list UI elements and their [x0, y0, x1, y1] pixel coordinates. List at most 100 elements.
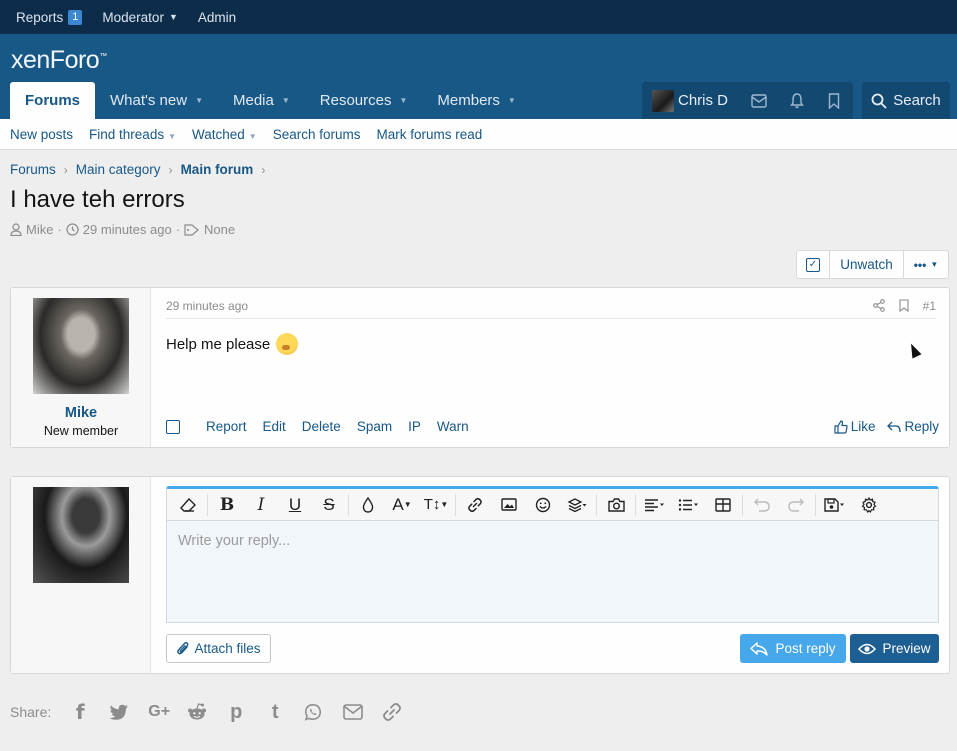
post-time[interactable]: 29 minutes ago [166, 299, 248, 313]
post-username[interactable]: Mike [11, 405, 151, 421]
thread-actions: ✓ Unwatch ••• ▼ [796, 250, 949, 279]
thread-age[interactable]: 29 minutes ago [83, 222, 172, 237]
select-thread-checkbox[interactable]: ✓ [797, 251, 830, 278]
tab-label: Forums [25, 92, 81, 109]
subnav-mark-forums-read[interactable]: Mark forums read [377, 127, 483, 142]
warn-link[interactable]: Warn [437, 419, 469, 434]
redo-icon[interactable] [779, 490, 813, 520]
tab-forums[interactable]: Forums [10, 82, 96, 119]
preview-button[interactable]: Preview [850, 634, 939, 663]
breadcrumb-main-forum[interactable]: Main forum [181, 162, 254, 177]
subnav-search-forums[interactable]: Search forums [273, 127, 361, 142]
pinterest-icon[interactable]: p [226, 701, 246, 724]
avatar[interactable] [33, 298, 129, 394]
italic-icon[interactable]: I [244, 490, 278, 520]
reports-link[interactable]: Reports 1 [16, 9, 83, 25]
post-reply-button[interactable]: Post reply [740, 634, 846, 663]
breadcrumb-forums[interactable]: Forums [10, 162, 56, 177]
moderator-menu[interactable]: Moderator ▼ [102, 10, 177, 25]
italic-glyph: I [257, 494, 265, 515]
account-name: Chris D [678, 92, 729, 109]
chevron-down-icon[interactable]: ▼ [508, 96, 516, 105]
tab-label: Media [233, 92, 274, 109]
undo-icon[interactable] [745, 490, 779, 520]
subnav-new-posts[interactable]: New posts [10, 127, 73, 142]
underline-icon[interactable]: U [278, 490, 312, 520]
attach-files-button[interactable]: Attach files [166, 634, 271, 663]
facebook-icon[interactable]: f [70, 700, 90, 724]
breadcrumb-main-category[interactable]: Main category [76, 162, 161, 177]
tab-whats-new[interactable]: What's new ▼ [95, 82, 218, 119]
reply-label: Reply [904, 419, 939, 434]
table-icon[interactable] [706, 490, 740, 520]
text-color-icon[interactable] [351, 490, 385, 520]
bell-icon[interactable] [778, 92, 815, 109]
tab-label: Resources [319, 92, 392, 109]
tab-members[interactable]: Members ▼ [422, 82, 530, 119]
chevron-down-icon[interactable]: ▼ [282, 96, 290, 105]
breadcrumb: Forums › Main category › Main forum › [10, 162, 265, 177]
twitter-icon[interactable] [109, 704, 129, 721]
user-zone: Chris D [642, 82, 853, 119]
reply-textarea[interactable]: Write your reply... [167, 521, 938, 622]
account-menu[interactable]: Chris D [642, 89, 741, 112]
list-icon[interactable] [672, 490, 706, 520]
strikethrough-icon[interactable]: S [312, 490, 346, 520]
admin-link[interactable]: Admin [198, 10, 236, 25]
post-reply-label: Post reply [775, 641, 836, 656]
moderator-label: Moderator [102, 9, 164, 25]
thread-author[interactable]: Mike [26, 222, 53, 237]
select-post-checkbox[interactable] [166, 419, 180, 434]
settings-gear-icon[interactable] [852, 490, 886, 520]
camera-icon[interactable] [599, 490, 633, 520]
like-button[interactable]: Like [834, 419, 875, 434]
clear-formatting-icon[interactable] [171, 490, 205, 520]
subnav-find-threads[interactable]: Find threads ▼ [89, 127, 176, 142]
site-logo[interactable]: xenForo™ [11, 46, 107, 75]
align-icon[interactable] [638, 490, 672, 520]
tab-media[interactable]: Media ▼ [218, 82, 305, 119]
spam-link[interactable]: Spam [357, 419, 392, 434]
avatar[interactable] [33, 487, 129, 583]
bookmark-icon[interactable] [816, 92, 853, 109]
unwatch-button[interactable]: Unwatch [830, 251, 904, 278]
font-size-icon[interactable]: T↕ ▼ [419, 490, 453, 520]
whatsapp-icon[interactable] [304, 703, 324, 721]
report-link[interactable]: Report [206, 419, 247, 434]
google-plus-icon[interactable]: G+ [148, 703, 170, 721]
subnav-watched[interactable]: Watched ▼ [192, 127, 257, 142]
insert-menu-icon[interactable] [560, 490, 594, 520]
chevron-down-icon[interactable]: ▼ [399, 96, 407, 105]
tumblr-icon[interactable]: t [265, 701, 285, 724]
subnav-label: Watched [192, 126, 245, 142]
search-button[interactable]: Search [862, 82, 950, 119]
bold-icon[interactable]: B [210, 490, 244, 520]
link-icon[interactable] [382, 702, 402, 722]
reddit-icon[interactable] [187, 703, 207, 721]
font-family-icon[interactable]: A ▼ [385, 490, 419, 520]
paperclip-icon [177, 641, 189, 655]
delete-link[interactable]: Delete [302, 419, 341, 434]
chevron-down-icon[interactable]: ▼ [195, 96, 203, 105]
chevron-down-icon: ▼ [248, 131, 257, 141]
share-label: Share: [10, 704, 52, 720]
drafts-icon[interactable] [818, 490, 852, 520]
smilie-icon[interactable] [526, 490, 560, 520]
tab-resources[interactable]: Resources ▼ [305, 82, 423, 119]
post-number[interactable]: #1 [923, 299, 936, 313]
font-glyph: A [392, 494, 404, 514]
image-icon[interactable] [492, 490, 526, 520]
conversations-icon[interactable] [741, 93, 778, 108]
post-user-cell: Mike New member [11, 288, 151, 447]
edit-link[interactable]: Edit [263, 419, 286, 434]
ip-link[interactable]: IP [408, 419, 421, 434]
share-bar: Share: f G+ p t [10, 700, 402, 724]
link-icon[interactable] [458, 490, 492, 520]
bookmark-icon[interactable] [899, 299, 909, 312]
email-icon[interactable] [343, 704, 364, 720]
more-options-button[interactable]: ••• ▼ [904, 251, 948, 278]
search-label: Search [893, 92, 941, 109]
share-icon[interactable] [872, 299, 885, 312]
toolbar-divider [815, 493, 816, 516]
reply-button[interactable]: Reply [887, 419, 939, 434]
